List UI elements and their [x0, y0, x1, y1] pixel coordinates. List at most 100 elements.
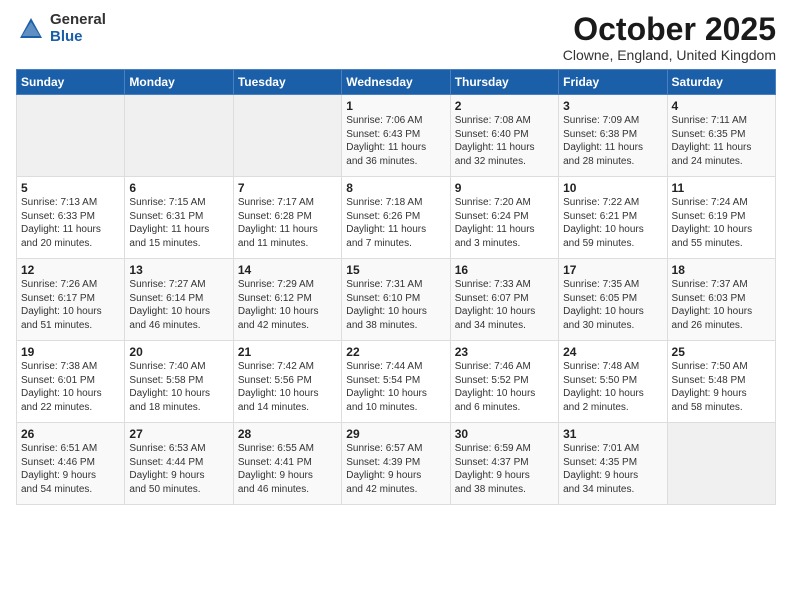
calendar-cell: 17Sunrise: 7:35 AM Sunset: 6:05 PM Dayli… — [559, 259, 667, 341]
calendar-cell: 24Sunrise: 7:48 AM Sunset: 5:50 PM Dayli… — [559, 341, 667, 423]
day-info: Sunrise: 7:46 AM Sunset: 5:52 PM Dayligh… — [455, 360, 554, 414]
col-saturday: Saturday — [667, 70, 775, 95]
calendar-cell — [667, 423, 775, 505]
day-info: Sunrise: 7:06 AM Sunset: 6:43 PM Dayligh… — [346, 114, 445, 168]
calendar-cell: 29Sunrise: 6:57 AM Sunset: 4:39 PM Dayli… — [342, 423, 450, 505]
day-number: 25 — [672, 345, 771, 359]
day-number: 11 — [672, 181, 771, 195]
day-number: 5 — [21, 181, 120, 195]
day-number: 31 — [563, 427, 662, 441]
day-info: Sunrise: 7:11 AM Sunset: 6:35 PM Dayligh… — [672, 114, 771, 168]
col-monday: Monday — [125, 70, 233, 95]
calendar-cell — [17, 95, 125, 177]
day-number: 6 — [129, 181, 228, 195]
day-number: 3 — [563, 99, 662, 113]
day-number: 20 — [129, 345, 228, 359]
col-thursday: Thursday — [450, 70, 558, 95]
day-number: 12 — [21, 263, 120, 277]
day-info: Sunrise: 7:40 AM Sunset: 5:58 PM Dayligh… — [129, 360, 228, 414]
calendar-week-3: 12Sunrise: 7:26 AM Sunset: 6:17 PM Dayli… — [17, 259, 776, 341]
day-info: Sunrise: 7:29 AM Sunset: 6:12 PM Dayligh… — [238, 278, 337, 332]
calendar-cell: 10Sunrise: 7:22 AM Sunset: 6:21 PM Dayli… — [559, 177, 667, 259]
calendar-table: Sunday Monday Tuesday Wednesday Thursday… — [16, 69, 776, 505]
title-block: October 2025 Clowne, England, United Kin… — [563, 12, 776, 63]
day-info: Sunrise: 7:27 AM Sunset: 6:14 PM Dayligh… — [129, 278, 228, 332]
logo-blue-label: Blue — [50, 29, 106, 46]
day-number: 24 — [563, 345, 662, 359]
calendar-cell: 2Sunrise: 7:08 AM Sunset: 6:40 PM Daylig… — [450, 95, 558, 177]
day-number: 27 — [129, 427, 228, 441]
day-number: 2 — [455, 99, 554, 113]
day-info: Sunrise: 7:38 AM Sunset: 6:01 PM Dayligh… — [21, 360, 120, 414]
day-number: 28 — [238, 427, 337, 441]
calendar-body: 1Sunrise: 7:06 AM Sunset: 6:43 PM Daylig… — [17, 95, 776, 505]
day-info: Sunrise: 7:50 AM Sunset: 5:48 PM Dayligh… — [672, 360, 771, 414]
day-info: Sunrise: 7:37 AM Sunset: 6:03 PM Dayligh… — [672, 278, 771, 332]
day-info: Sunrise: 7:35 AM Sunset: 6:05 PM Dayligh… — [563, 278, 662, 332]
calendar-cell — [125, 95, 233, 177]
day-number: 1 — [346, 99, 445, 113]
day-number: 8 — [346, 181, 445, 195]
calendar-cell: 11Sunrise: 7:24 AM Sunset: 6:19 PM Dayli… — [667, 177, 775, 259]
day-number: 29 — [346, 427, 445, 441]
month-title: October 2025 — [563, 12, 776, 47]
logo-general-label: General — [50, 12, 106, 29]
day-number: 21 — [238, 345, 337, 359]
calendar-cell: 3Sunrise: 7:09 AM Sunset: 6:38 PM Daylig… — [559, 95, 667, 177]
day-number: 9 — [455, 181, 554, 195]
location: Clowne, England, United Kingdom — [563, 47, 776, 63]
day-info: Sunrise: 7:44 AM Sunset: 5:54 PM Dayligh… — [346, 360, 445, 414]
day-number: 10 — [563, 181, 662, 195]
day-number: 22 — [346, 345, 445, 359]
day-info: Sunrise: 7:13 AM Sunset: 6:33 PM Dayligh… — [21, 196, 120, 250]
calendar-week-4: 19Sunrise: 7:38 AM Sunset: 6:01 PM Dayli… — [17, 341, 776, 423]
day-info: Sunrise: 7:31 AM Sunset: 6:10 PM Dayligh… — [346, 278, 445, 332]
calendar-cell: 13Sunrise: 7:27 AM Sunset: 6:14 PM Dayli… — [125, 259, 233, 341]
calendar-cell: 31Sunrise: 7:01 AM Sunset: 4:35 PM Dayli… — [559, 423, 667, 505]
logo-icon — [16, 14, 46, 44]
day-info: Sunrise: 7:18 AM Sunset: 6:26 PM Dayligh… — [346, 196, 445, 250]
calendar-cell: 16Sunrise: 7:33 AM Sunset: 6:07 PM Dayli… — [450, 259, 558, 341]
day-number: 13 — [129, 263, 228, 277]
calendar-cell — [233, 95, 341, 177]
day-number: 4 — [672, 99, 771, 113]
day-info: Sunrise: 7:24 AM Sunset: 6:19 PM Dayligh… — [672, 196, 771, 250]
logo-text: General Blue — [50, 12, 106, 45]
calendar-cell: 15Sunrise: 7:31 AM Sunset: 6:10 PM Dayli… — [342, 259, 450, 341]
calendar-week-5: 26Sunrise: 6:51 AM Sunset: 4:46 PM Dayli… — [17, 423, 776, 505]
day-info: Sunrise: 6:51 AM Sunset: 4:46 PM Dayligh… — [21, 442, 120, 496]
day-number: 14 — [238, 263, 337, 277]
page: General Blue October 2025 Clowne, Englan… — [0, 0, 792, 612]
days-header-row: Sunday Monday Tuesday Wednesday Thursday… — [17, 70, 776, 95]
col-wednesday: Wednesday — [342, 70, 450, 95]
day-info: Sunrise: 6:57 AM Sunset: 4:39 PM Dayligh… — [346, 442, 445, 496]
calendar-cell: 30Sunrise: 6:59 AM Sunset: 4:37 PM Dayli… — [450, 423, 558, 505]
calendar-cell: 25Sunrise: 7:50 AM Sunset: 5:48 PM Dayli… — [667, 341, 775, 423]
calendar-cell: 7Sunrise: 7:17 AM Sunset: 6:28 PM Daylig… — [233, 177, 341, 259]
day-info: Sunrise: 6:55 AM Sunset: 4:41 PM Dayligh… — [238, 442, 337, 496]
calendar-cell: 9Sunrise: 7:20 AM Sunset: 6:24 PM Daylig… — [450, 177, 558, 259]
day-number: 30 — [455, 427, 554, 441]
logo: General Blue — [16, 12, 106, 45]
day-number: 26 — [21, 427, 120, 441]
day-info: Sunrise: 7:15 AM Sunset: 6:31 PM Dayligh… — [129, 196, 228, 250]
calendar-cell: 5Sunrise: 7:13 AM Sunset: 6:33 PM Daylig… — [17, 177, 125, 259]
calendar-cell: 28Sunrise: 6:55 AM Sunset: 4:41 PM Dayli… — [233, 423, 341, 505]
day-info: Sunrise: 7:09 AM Sunset: 6:38 PM Dayligh… — [563, 114, 662, 168]
day-info: Sunrise: 7:48 AM Sunset: 5:50 PM Dayligh… — [563, 360, 662, 414]
calendar-week-2: 5Sunrise: 7:13 AM Sunset: 6:33 PM Daylig… — [17, 177, 776, 259]
calendar-cell: 21Sunrise: 7:42 AM Sunset: 5:56 PM Dayli… — [233, 341, 341, 423]
col-friday: Friday — [559, 70, 667, 95]
day-number: 18 — [672, 263, 771, 277]
col-tuesday: Tuesday — [233, 70, 341, 95]
calendar-header: Sunday Monday Tuesday Wednesday Thursday… — [17, 70, 776, 95]
day-info: Sunrise: 7:22 AM Sunset: 6:21 PM Dayligh… — [563, 196, 662, 250]
day-info: Sunrise: 7:42 AM Sunset: 5:56 PM Dayligh… — [238, 360, 337, 414]
calendar-cell: 27Sunrise: 6:53 AM Sunset: 4:44 PM Dayli… — [125, 423, 233, 505]
day-info: Sunrise: 7:26 AM Sunset: 6:17 PM Dayligh… — [21, 278, 120, 332]
day-number: 15 — [346, 263, 445, 277]
day-number: 7 — [238, 181, 337, 195]
day-info: Sunrise: 7:20 AM Sunset: 6:24 PM Dayligh… — [455, 196, 554, 250]
header: General Blue October 2025 Clowne, Englan… — [16, 12, 776, 63]
day-info: Sunrise: 7:08 AM Sunset: 6:40 PM Dayligh… — [455, 114, 554, 168]
